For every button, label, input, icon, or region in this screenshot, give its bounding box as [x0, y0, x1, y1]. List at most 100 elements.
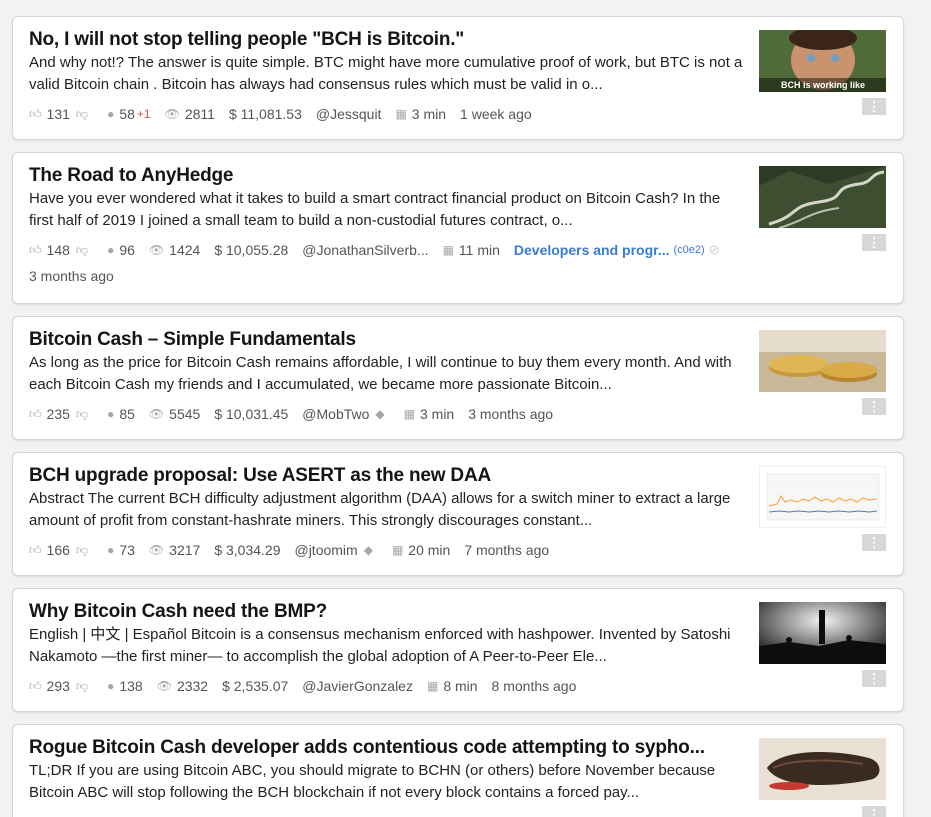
thumbnail-image: [759, 466, 886, 528]
read-time: ▦ 11 min: [442, 242, 500, 258]
post-excerpt: English | 中文 | Español Bitcoin is a cons…: [29, 626, 731, 665]
topic-link[interactable]: Developers and progr... (c0e2) ⊘: [514, 240, 720, 260]
earnings: $ 10,031.45: [214, 406, 289, 422]
post-meta: 👍︎ 131 👎︎ ● 58 +1 👁︎ 2811 $ 11,081.53 @Jessqu…: [29, 104, 745, 124]
comments-count[interactable]: ● 138: [107, 676, 143, 696]
comments-count[interactable]: ● 85: [107, 404, 135, 424]
author-link[interactable]: @JavierGonzalez: [302, 676, 413, 696]
more-menu-button[interactable]: ⋮: [862, 98, 886, 115]
post-thumbnail[interactable]: [759, 738, 886, 800]
banned-icon: ⊘: [708, 242, 720, 257]
post-age: 1 week ago: [460, 106, 532, 122]
thumbs-up-icon[interactable]: 👍︎: [29, 108, 42, 120]
read-time: ▦ 3 min: [395, 106, 447, 122]
comments-count[interactable]: ● 73: [107, 540, 135, 560]
reader-icon: ▦: [391, 543, 404, 557]
thumbs-down-icon[interactable]: 👎︎: [76, 108, 88, 120]
more-menu-button[interactable]: ⋮: [862, 534, 886, 551]
post-thumbnail[interactable]: [759, 166, 886, 228]
thumbs-up-icon[interactable]: 👍︎: [29, 408, 42, 420]
post-title[interactable]: Rogue Bitcoin Cash developer adds conten…: [29, 737, 749, 759]
thumbnail-image: [759, 330, 886, 392]
new-comments-badge: +1: [136, 107, 151, 121]
views-count: 👁︎ 1424: [148, 242, 201, 258]
thumbnail-image: [759, 602, 886, 664]
more-menu-button[interactable]: ⋮: [862, 398, 886, 415]
post-card[interactable]: The Road to AnyHedge Have you ever wonde…: [12, 152, 904, 304]
post-meta: 👍︎ 148 👎︎ ● 96 👁︎ 1424 $ 10,055.28 @Jonathan…: [29, 240, 745, 286]
thumbnail-image: BCH is working like: [759, 30, 886, 92]
thumbs-down-icon[interactable]: 👎︎: [76, 244, 88, 256]
reader-icon: ▦: [442, 243, 454, 257]
post-excerpt: Have you ever wondered what it takes to …: [29, 190, 721, 229]
likes-count[interactable]: 👍︎ 148 👎︎: [29, 240, 93, 260]
earnings: $ 10,055.28: [214, 242, 289, 258]
comment-bubble-icon: ●: [107, 243, 115, 257]
comment-bubble-icon: ●: [107, 107, 115, 121]
reader-icon: ▦: [395, 107, 407, 121]
post-meta: 👍︎ 293 👎︎ ● 138 👁︎ 2332 $ 2,535.07 @JavierGo…: [29, 676, 745, 696]
reader-icon: ▦: [403, 407, 415, 421]
thumbs-up-icon[interactable]: 👍︎: [29, 680, 42, 692]
likes-count[interactable]: 👍︎ 131 👎︎: [29, 104, 93, 124]
post-card[interactable]: Rogue Bitcoin Cash developer adds conten…: [12, 724, 904, 817]
post-thumbnail[interactable]: [759, 466, 886, 528]
diamond-icon: ◆: [375, 407, 385, 421]
post-card[interactable]: Why Bitcoin Cash need the BMP? English |…: [12, 588, 904, 712]
likes-count[interactable]: 👍︎ 235 👎︎: [29, 404, 93, 424]
comments-count[interactable]: ● 96: [107, 240, 135, 260]
eye-icon: 👁︎: [156, 679, 172, 693]
thumbs-up-icon[interactable]: 👍︎: [29, 544, 42, 556]
eye-icon: 👁︎: [148, 407, 165, 421]
post-meta: 👍︎ 166 👎︎ ● 73 👁︎ 3217 $ 3,034.29 @jtoomim ◆ …: [29, 540, 745, 560]
post-age: 3 months ago: [468, 406, 554, 422]
earnings: $ 2,535.07: [222, 678, 289, 694]
author-link[interactable]: @jtoomim ◆: [294, 540, 377, 560]
earnings: $ 3,034.29: [214, 542, 281, 558]
author-link[interactable]: @Jessquit: [316, 104, 382, 124]
post-thumbnail[interactable]: BCH is working like: [759, 30, 886, 92]
views-count: 👁︎ 2811: [164, 106, 215, 122]
thumbnail-image: [759, 738, 886, 800]
post-title[interactable]: BCH upgrade proposal: Use ASERT as the n…: [29, 465, 749, 487]
post-title[interactable]: The Road to AnyHedge: [29, 165, 749, 187]
comment-bubble-icon: ●: [107, 679, 115, 693]
post-age: 7 months ago: [464, 542, 550, 558]
thumbnail-image: [759, 166, 886, 228]
more-menu-button[interactable]: ⋮: [862, 234, 886, 251]
author-link[interactable]: @MobTwo ◆: [302, 404, 389, 424]
eye-icon: 👁︎: [148, 543, 165, 557]
post-card[interactable]: Bitcoin Cash – Simple Fundamentals As lo…: [12, 316, 904, 440]
views-count: 👁︎ 5545: [148, 406, 201, 422]
comments-count[interactable]: ● 58 +1: [107, 104, 151, 124]
post-thumbnail[interactable]: [759, 330, 886, 392]
post-card[interactable]: No, I will not stop telling people "BCH …: [12, 16, 904, 140]
post-title[interactable]: Bitcoin Cash – Simple Fundamentals: [29, 329, 749, 351]
post-thumbnail[interactable]: [759, 602, 886, 664]
thumbnail-caption: BCH is working like: [781, 80, 865, 90]
read-time: ▦ 20 min: [391, 542, 451, 558]
read-time: ▦ 3 min: [403, 406, 455, 422]
post-excerpt: And why not!? The answer is quite simple…: [29, 54, 743, 93]
thumbs-down-icon[interactable]: 👎︎: [76, 544, 88, 556]
more-menu-button[interactable]: ⋮: [862, 670, 886, 687]
diamond-icon: ◆: [363, 543, 373, 557]
likes-count[interactable]: 👍︎ 293 👎︎: [29, 676, 93, 696]
reader-icon: ▦: [426, 679, 439, 693]
likes-count[interactable]: 👍︎ 166 👎︎: [29, 540, 93, 560]
post-title[interactable]: No, I will not stop telling people "BCH …: [29, 29, 749, 51]
thumbs-up-icon[interactable]: 👍︎: [29, 244, 42, 256]
views-count: 👁︎ 2332: [156, 678, 209, 694]
comment-bubble-icon: ●: [107, 407, 115, 421]
thumbs-down-icon[interactable]: 👎︎: [76, 680, 88, 692]
author-link[interactable]: @JonathanSilverb...: [302, 240, 428, 260]
post-meta: 👍︎ 235 👎︎ ● 85 👁︎ 5545 $ 10,031.45 @MobTwo ◆ …: [29, 404, 745, 424]
post-card[interactable]: BCH upgrade proposal: Use ASERT as the n…: [12, 452, 904, 576]
read-time: ▦ 8 min: [426, 678, 478, 694]
thumbs-down-icon[interactable]: 👎︎: [76, 408, 88, 420]
post-age: 3 months ago: [29, 268, 114, 284]
views-count: 👁︎ 3217: [148, 542, 201, 558]
post-title[interactable]: Why Bitcoin Cash need the BMP?: [29, 601, 749, 623]
eye-icon: 👁︎: [164, 107, 180, 121]
more-menu-button[interactable]: ⋮: [862, 806, 886, 817]
